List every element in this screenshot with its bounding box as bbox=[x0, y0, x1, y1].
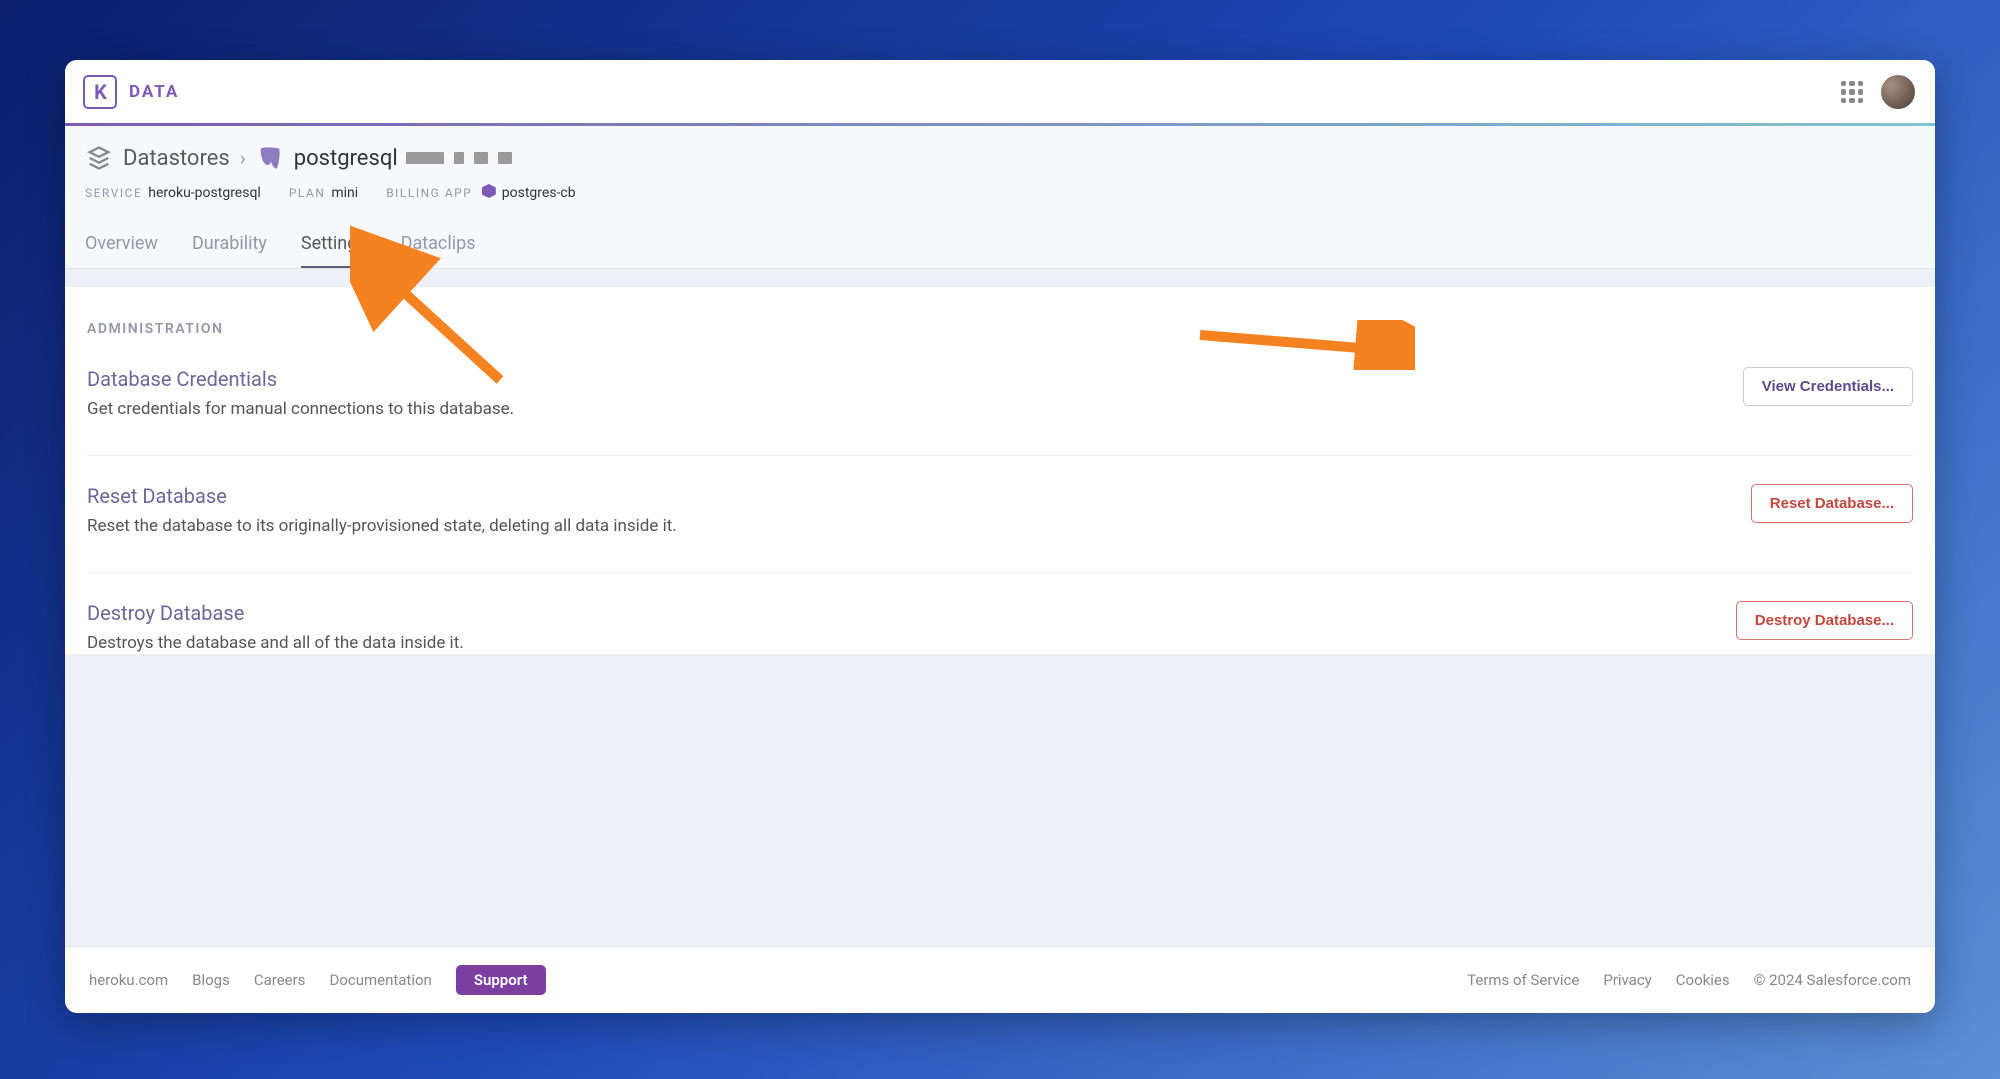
user-avatar[interactable] bbox=[1881, 75, 1915, 109]
tab-durability[interactable]: Durability bbox=[192, 221, 267, 268]
postgresql-icon bbox=[256, 144, 284, 172]
content: ADMINISTRATION Database Credentials Get … bbox=[65, 287, 1935, 654]
breadcrumb: Datastores › postgresql bbox=[85, 144, 1915, 172]
destroy-database-button[interactable]: Destroy Database... bbox=[1736, 601, 1913, 640]
hexagon-icon bbox=[482, 184, 496, 198]
reset-database-button[interactable]: Reset Database... bbox=[1751, 484, 1913, 523]
footer-privacy[interactable]: Privacy bbox=[1603, 971, 1651, 989]
service-label: SERVICE bbox=[85, 186, 142, 200]
view-credentials-button[interactable]: View Credentials... bbox=[1743, 367, 1913, 406]
section-title: ADMINISTRATION bbox=[87, 321, 1913, 337]
apps-launcher-icon[interactable] bbox=[1841, 81, 1863, 103]
footer-support-button[interactable]: Support bbox=[456, 965, 546, 995]
breadcrumb-root[interactable]: Datastores bbox=[123, 146, 230, 171]
service-value: heroku-postgresql bbox=[148, 185, 261, 201]
tab-settings[interactable]: Settings bbox=[301, 221, 367, 268]
chevron-right-icon: › bbox=[240, 146, 246, 170]
footer-blogs[interactable]: Blogs bbox=[192, 971, 230, 989]
footer-careers[interactable]: Careers bbox=[254, 971, 306, 989]
credentials-title: Database Credentials bbox=[87, 367, 514, 391]
billing-app-link[interactable]: postgres-cb bbox=[482, 185, 576, 201]
footer-terms[interactable]: Terms of Service bbox=[1467, 971, 1579, 989]
row-credentials: Database Credentials Get credentials for… bbox=[87, 367, 1913, 456]
footer-heroku[interactable]: heroku.com bbox=[89, 971, 168, 989]
app-window: K DATA Datastores › postgresql bbox=[65, 60, 1935, 1013]
footer-cookies[interactable]: Cookies bbox=[1676, 971, 1730, 989]
content-divider bbox=[65, 269, 1935, 287]
footer-copyright: © 2024 Salesforce.com bbox=[1754, 971, 1911, 989]
billing-label: BILLING APP bbox=[386, 186, 472, 200]
tab-overview[interactable]: Overview bbox=[85, 221, 158, 268]
breadcrumb-current: postgresql bbox=[294, 146, 512, 171]
plan-value: mini bbox=[331, 185, 358, 201]
plan-label: PLAN bbox=[289, 186, 326, 200]
redacted-name bbox=[406, 152, 512, 164]
meta-row: SERVICE heroku-postgresql PLAN mini BILLIN… bbox=[85, 184, 1915, 217]
sub-header: Datastores › postgresql SERVICE heroku-po… bbox=[65, 126, 1935, 269]
row-reset: Reset Database Reset the database to its… bbox=[87, 484, 1913, 573]
footer-docs[interactable]: Documentation bbox=[329, 971, 431, 989]
footer-links-left: heroku.com Blogs Careers Documentation S… bbox=[89, 965, 546, 995]
content-spacer bbox=[65, 654, 1935, 947]
row-destroy: Destroy Database Destroys the database a… bbox=[87, 601, 1913, 654]
destroy-title: Destroy Database bbox=[87, 601, 464, 625]
tabs: Overview Durability Settings Dataclips bbox=[85, 221, 1915, 268]
datastores-icon bbox=[85, 144, 113, 172]
footer-links-right: Terms of Service Privacy Cookies © 2024 … bbox=[1467, 971, 1911, 989]
brand-text: DATA bbox=[129, 82, 179, 102]
credentials-desc: Get credentials for manual connections t… bbox=[87, 399, 514, 419]
heroku-logo-icon[interactable]: K bbox=[83, 75, 117, 109]
breadcrumb-current-prefix: postgresql bbox=[294, 146, 398, 171]
reset-desc: Reset the database to its originally-pro… bbox=[87, 516, 677, 536]
reset-title: Reset Database bbox=[87, 484, 677, 508]
destroy-desc: Destroys the database and all of the dat… bbox=[87, 633, 464, 653]
footer: heroku.com Blogs Careers Documentation S… bbox=[65, 946, 1935, 1013]
top-bar: K DATA bbox=[65, 60, 1935, 126]
tab-dataclips[interactable]: Dataclips bbox=[401, 221, 476, 268]
